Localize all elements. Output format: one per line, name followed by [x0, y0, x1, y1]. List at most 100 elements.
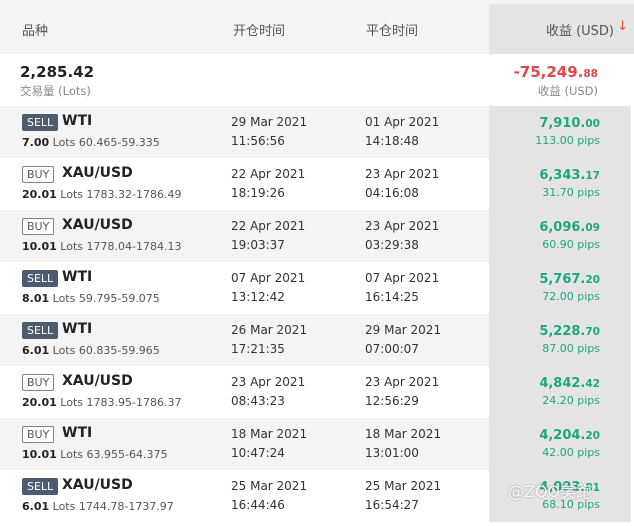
- table-row[interactable]: BUY XAU/USD 10.01 Lots 1778.04-1784.13 22 A…: [0, 210, 634, 262]
- profit-main: 6,343.: [539, 168, 586, 183]
- profit-decimals: 00: [585, 118, 600, 130]
- lots-line: 6.01 Lots 1744.78-1737.97: [22, 500, 174, 513]
- lots-unit: Lots: [52, 344, 76, 357]
- lots-unit: Lots: [52, 500, 76, 513]
- open-date: 26 Mar 2021: [231, 323, 308, 337]
- close-date: 25 Mar 2021: [365, 479, 442, 493]
- symbol-name: WTI: [62, 269, 93, 285]
- profit-cell: [489, 106, 631, 158]
- symbol-name: XAU/USD: [62, 477, 133, 493]
- open-time: 18:19:26: [231, 186, 285, 200]
- profit-main: 6,096.: [539, 220, 586, 235]
- lots-line: 20.01 Lots 1783.32-1786.49: [22, 188, 181, 201]
- lots-unit: Lots: [52, 136, 76, 149]
- profit-decimals: 17: [585, 170, 600, 182]
- summary-row: 2,285.42 交易量 (Lots) -75,249.88 收益 (USD): [0, 54, 634, 106]
- price-range: 60.835-59.965: [78, 344, 160, 357]
- pips-value: 72.00 pips: [542, 290, 600, 303]
- price-range: 60.465-59.335: [78, 136, 160, 149]
- pips-value: 87.00 pips: [542, 342, 600, 355]
- table-row[interactable]: BUY XAU/USD 20.01 Lots 1783.32-1786.49 22 A…: [0, 158, 634, 210]
- side-badge: BUY: [22, 426, 55, 443]
- arrow-down-icon[interactable]: ↓: [617, 19, 628, 34]
- lots-unit: Lots: [60, 396, 84, 409]
- lots-line: 10.01 Lots 1778.04-1784.13: [22, 240, 181, 253]
- profit-value: 6,343.17: [539, 168, 600, 183]
- close-time: 13:01:00: [365, 446, 419, 460]
- lots-unit: Lots: [60, 240, 84, 253]
- open-date: 25 Mar 2021: [231, 479, 308, 493]
- lots-line: 8.01 Lots 59.795-59.075: [22, 292, 160, 305]
- profit-cell: [489, 262, 631, 314]
- profit-decimals: 70: [585, 326, 600, 338]
- open-date: 22 Apr 2021: [231, 167, 306, 181]
- profit-main: 5,228.: [539, 324, 586, 339]
- lots-value: 6.01: [22, 500, 50, 513]
- close-date: 01 Apr 2021: [365, 115, 440, 129]
- lots-line: 6.01 Lots 60.835-59.965: [22, 344, 160, 357]
- profit-main: 7,910.: [539, 116, 586, 131]
- lots-unit: Lots: [60, 448, 84, 461]
- table-row[interactable]: BUY XAU/USD 20.01 Lots 1783.95-1786.37 23 A…: [0, 366, 634, 418]
- price-range: 1783.32-1786.49: [86, 188, 182, 201]
- lots-value: 8.01: [22, 292, 50, 305]
- close-time: 04:16:08: [365, 186, 419, 200]
- symbol-name: XAU/USD: [62, 217, 133, 233]
- column-header-profit[interactable]: 收益 (USD): [546, 20, 614, 39]
- profit-value: 5,767.20: [539, 272, 600, 287]
- profit-value: 7,910.00: [539, 116, 600, 131]
- profit-decimals: 42: [585, 378, 600, 390]
- watermark: @ZQQ美跑: [508, 482, 593, 501]
- side-badge: BUY: [22, 218, 55, 235]
- table-row[interactable]: BUY WTI 10.01 Lots 63.955-64.375 18 Mar 202…: [0, 418, 634, 470]
- lots-line: 20.01 Lots 1783.95-1786.37: [22, 396, 181, 409]
- close-date: 23 Apr 2021: [365, 219, 440, 233]
- open-date: 18 Mar 2021: [231, 427, 308, 441]
- profit-value: 4,842.42: [539, 376, 600, 391]
- lots-value: 20.01: [22, 188, 57, 201]
- close-time: 03:29:38: [365, 238, 419, 252]
- profit-main: 5,767.: [539, 272, 586, 287]
- open-time: 13:12:42: [231, 290, 285, 304]
- lots-value: 20.01: [22, 396, 57, 409]
- pips-value: 113.00 pips: [535, 134, 600, 147]
- profit-cell: [489, 366, 631, 418]
- side-badge: SELL: [22, 270, 59, 287]
- side-badge: SELL: [22, 114, 59, 131]
- table-row[interactable]: SELL WTI 7.00 Lots 60.465-59.335 29 Mar 202…: [0, 106, 634, 158]
- total-profit-decimals: 88: [583, 68, 598, 80]
- close-date: 29 Mar 2021: [365, 323, 442, 337]
- side-badge: BUY: [22, 374, 55, 391]
- column-header-close-time[interactable]: 平仓时间: [366, 20, 418, 39]
- lots-value: 10.01: [22, 240, 57, 253]
- profit-cell: [489, 418, 631, 470]
- profit-main: 4,842.: [539, 376, 586, 391]
- open-date: 22 Apr 2021: [231, 219, 306, 233]
- close-date: 23 Apr 2021: [365, 167, 440, 181]
- lots-unit: Lots: [60, 188, 84, 201]
- table-row[interactable]: SELL WTI 8.01 Lots 59.795-59.075 07 Apr 202…: [0, 262, 634, 314]
- lots-line: 7.00 Lots 60.465-59.335: [22, 136, 160, 149]
- column-header-profit-cell[interactable]: 收益 (USD) ↓: [489, 4, 634, 54]
- symbol-name: WTI: [62, 113, 93, 129]
- pips-value: 24.20 pips: [542, 394, 600, 407]
- price-range: 1778.04-1784.13: [86, 240, 182, 253]
- table-row[interactable]: SELL WTI 6.01 Lots 60.835-59.965 26 Mar 202…: [0, 314, 634, 366]
- price-range: 63.955-64.375: [86, 448, 168, 461]
- profit-decimals: 09: [585, 222, 600, 234]
- symbol-name: WTI: [62, 321, 93, 337]
- side-badge: SELL: [22, 478, 59, 495]
- total-profit-main: -75,249.: [513, 63, 584, 81]
- symbol-name: XAU/USD: [62, 373, 133, 389]
- total-lots-label: 交易量 (Lots): [20, 84, 91, 98]
- column-header-open-time[interactable]: 开仓时间: [233, 20, 285, 39]
- table-header: 品种 开仓时间 平仓时间 收益 (USD) ↓: [0, 0, 634, 54]
- close-date: 23 Apr 2021: [365, 375, 440, 389]
- profit-value: 6,096.09: [539, 220, 600, 235]
- profit-cell: [489, 158, 631, 210]
- open-time: 10:47:24: [231, 446, 285, 460]
- close-time: 07:00:07: [365, 342, 419, 356]
- profit-cell: [489, 314, 631, 366]
- total-profit-value: -75,249.88: [514, 63, 598, 81]
- price-range: 59.795-59.075: [78, 292, 160, 305]
